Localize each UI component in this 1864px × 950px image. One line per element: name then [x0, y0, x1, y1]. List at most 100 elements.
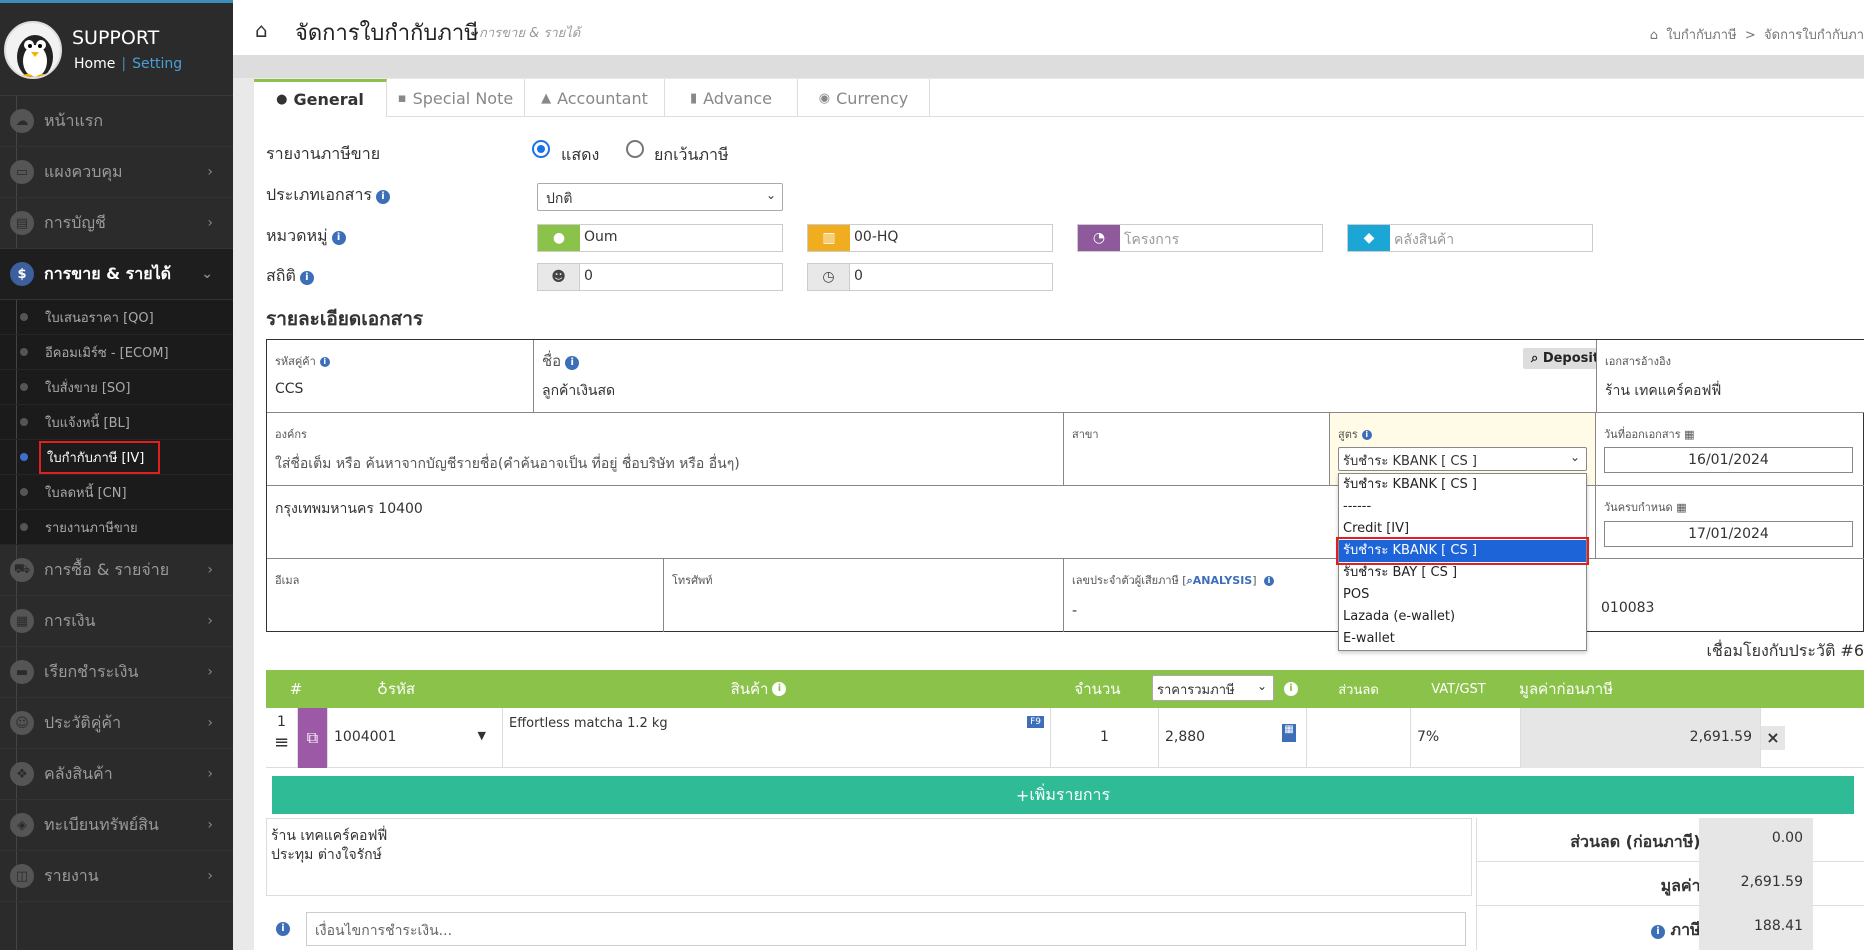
chevron-right-icon: ›: [207, 613, 213, 629]
home-link[interactable]: Home: [74, 56, 115, 72]
tab-currency[interactable]: ◉ Currency: [798, 79, 930, 117]
project-field[interactable]: ◔ โครงการ: [1077, 224, 1323, 252]
stat-group-field[interactable]: ☻ 0: [537, 263, 783, 291]
branch-cell[interactable]: สาขา: [1064, 413, 1330, 486]
sidebar-item-assets[interactable]: ◈ ทะเบียนทรัพย์สิน ›: [0, 800, 233, 851]
chevron-right-icon: ›: [207, 562, 213, 578]
phone-cell[interactable]: โทรศัพท์: [664, 559, 1064, 632]
sidebar-item-dashboard[interactable]: ▭ แผงควบคุม ›: [0, 147, 233, 198]
org-cell[interactable]: องค์กร ใส่ชื่อเต็ม หรือ ค้นหาจากบัญชีราย…: [267, 413, 1064, 486]
vat-cell[interactable]: 7%: [1411, 708, 1521, 768]
sub-item-sales-order[interactable]: ใบสั่งขาย [SO]: [0, 370, 233, 405]
customer-code-cell[interactable]: รหัสคู่ค้า i CCS: [267, 340, 534, 413]
sidebar-item-accounting[interactable]: ▤ การบัญชี ›: [0, 198, 233, 249]
sidebar-item-reports[interactable]: ◫ รายงาน ›: [0, 851, 233, 902]
tax-summary-value: 188.41: [1699, 906, 1813, 950]
product-cell[interactable]: Effortless matcha 1.2 kg F9: [503, 708, 1051, 768]
clock-icon: ◷: [808, 264, 850, 290]
dropdown-option[interactable]: Credit [IV]: [1339, 518, 1586, 540]
sidebar-item-sales[interactable]: $ การขาย & รายได้ ⌄: [0, 249, 233, 300]
dropdown-separator: ------: [1343, 499, 1372, 514]
discount-cell[interactable]: [1307, 708, 1411, 768]
calendar-icon: ▦: [1676, 501, 1687, 514]
sub-item-ecommerce[interactable]: อีคอมเมิร์ซ - [ECOM]: [0, 335, 233, 370]
radio-show[interactable]: [532, 140, 550, 158]
deposit-button[interactable]: ⌕ Deposit: [1523, 348, 1608, 369]
price-type-select[interactable]: ราคารวมภาษี ⌄: [1152, 675, 1274, 701]
warehouse-field[interactable]: ◆ คลังสินค้า: [1347, 224, 1593, 252]
dollar-icon: $: [10, 262, 34, 286]
sidebar-item-partners[interactable]: ☺ ประวัติคู่ค้า ›: [0, 698, 233, 749]
branch-field[interactable]: ▥ 00-HQ: [807, 224, 1053, 252]
tab-general[interactable]: ● General: [254, 79, 387, 117]
issue-date-input[interactable]: 16/01/2024: [1604, 447, 1853, 473]
ref-doc-cell[interactable]: เอกสารอ้างอิง ร้าน เทคแคร์คอฟฟี่: [1596, 340, 1864, 413]
sidebar-item-purchase[interactable]: ⛟ การซื้อ & รายจ่าย ›: [0, 545, 233, 596]
dropdown-option[interactable]: รับชำระ BAY [ CS ]: [1339, 562, 1586, 584]
sidebar-item-collection[interactable]: ▬ เรียกชำระเงิน ›: [0, 647, 233, 698]
sub-item-quotation[interactable]: ใบเสนอราคา [QO]: [0, 300, 233, 335]
qty-cell[interactable]: 1: [1051, 708, 1159, 768]
dropdown-option-selected[interactable]: รับชำระ KBANK [ CS ]: [1336, 537, 1589, 565]
history-link[interactable]: เชื่อมโยงกับประวัติ #6: [1707, 639, 1864, 664]
sidebar-item-home[interactable]: ☁ หน้าแรก: [0, 96, 233, 147]
tab-advance[interactable]: ▮ Advance: [665, 79, 798, 117]
tax-summary-label: i ภาษี:: [1647, 918, 1707, 943]
delete-row-icon[interactable]: ×: [1761, 726, 1785, 750]
dropdown-option[interactable]: Lazada (e-wallet): [1339, 606, 1586, 628]
col-num: #: [289, 680, 303, 698]
cubes-icon: ❖: [10, 762, 34, 786]
discount-summary-label: ส่วนลด (ก่อนภาษี):: [1570, 832, 1707, 851]
sidebar-item-finance[interactable]: ▦ การเงิน ›: [0, 596, 233, 647]
caret-down-icon: ▼: [477, 729, 486, 742]
doc-type-select[interactable]: ปกติ ⌄: [537, 183, 783, 211]
setting-link[interactable]: Setting: [132, 56, 182, 72]
sidebar-item-label: ประวัติคู่ค้า: [44, 712, 122, 732]
info-icon: i: [1361, 430, 1372, 440]
sub-item-billing[interactable]: ใบแจ้งหนี้ [BL]: [0, 405, 233, 440]
code-cell[interactable]: 1004001 ▼: [328, 708, 503, 768]
sub-item-sales-tax-report[interactable]: รายงานภาษีขาย: [0, 510, 233, 545]
category-label: หมวดหมู่ i: [266, 224, 346, 249]
breadcrumb: ⌂ ใบกำกับภาษี > จัดการใบกำกับภา: [1649, 28, 1864, 43]
dropdown-option[interactable]: POS: [1339, 584, 1586, 606]
row-number-cell: 1 ≡: [266, 708, 298, 768]
radio-exempt[interactable]: [626, 140, 644, 158]
info-icon: ▮: [689, 90, 698, 106]
dropdown-option[interactable]: รับชำระ KBANK [ CS ]: [1339, 474, 1586, 496]
notes-textarea[interactable]: ร้าน เทคแคร์คอฟฟี่ ประทุม ต่างใจรักษ์: [266, 818, 1472, 896]
sidebar-item-label: การเงิน: [44, 610, 96, 630]
breadcrumb-item[interactable]: ใบกำกับภาษี: [1666, 28, 1736, 43]
customer-code: CCS: [275, 381, 304, 397]
payment-terms-input[interactable]: เงื่อนไขการชำระเงิน...: [306, 912, 1466, 946]
tab-accountant[interactable]: ▲ Accountant: [525, 79, 665, 117]
penguin-logo: [4, 21, 62, 79]
sidebar-item-label: คลังสินค้า: [44, 763, 113, 783]
formula-select[interactable]: รับชำระ KBANK [ CS ] ⌄: [1338, 447, 1587, 471]
stat-time-field[interactable]: ◷ 0: [807, 263, 1053, 291]
sub-item-credit-note[interactable]: ใบลดหนี้ [CN]: [0, 475, 233, 510]
sidebar-item-warehouse[interactable]: ❖ คลังสินค้า ›: [0, 749, 233, 800]
calculator-icon[interactable]: ▦: [1282, 724, 1296, 742]
chevron-down-icon: ⌄: [765, 188, 776, 202]
doc-type-label: ประเภทเอกสาร i: [266, 183, 391, 208]
dropdown-option[interactable]: E-wallet: [1339, 628, 1586, 650]
radio-exempt-label: ยกเว้นภาษี: [654, 145, 729, 164]
info-icon: i: [299, 271, 314, 285]
drag-handle-icon[interactable]: ≡: [266, 732, 297, 753]
add-row-button[interactable]: + เพิ่มรายการ: [272, 776, 1854, 814]
copy-icon[interactable]: ⧉: [298, 708, 328, 768]
user-field[interactable]: ● Oum: [537, 224, 783, 252]
f9-badge[interactable]: F9: [1027, 716, 1044, 728]
home-icon[interactable]: ⌂: [255, 18, 268, 42]
analysis-link[interactable]: ⌕ANALYSIS: [1187, 574, 1253, 587]
price-cell[interactable]: 2,880 ▦: [1159, 708, 1307, 768]
breadcrumb-home-icon[interactable]: ⌂: [1650, 28, 1658, 43]
due-date-input[interactable]: 17/01/2024: [1604, 521, 1853, 547]
tab-special-note[interactable]: ▪ Special Note: [387, 79, 525, 117]
users-icon: ☻: [538, 264, 580, 290]
email-cell[interactable]: อีเมล: [267, 559, 664, 632]
book-icon: ▤: [10, 211, 34, 235]
sub-item-tax-invoice[interactable]: ใบกำกับภาษี [IV]: [0, 440, 233, 475]
cloud-icon: ☁: [10, 109, 34, 133]
